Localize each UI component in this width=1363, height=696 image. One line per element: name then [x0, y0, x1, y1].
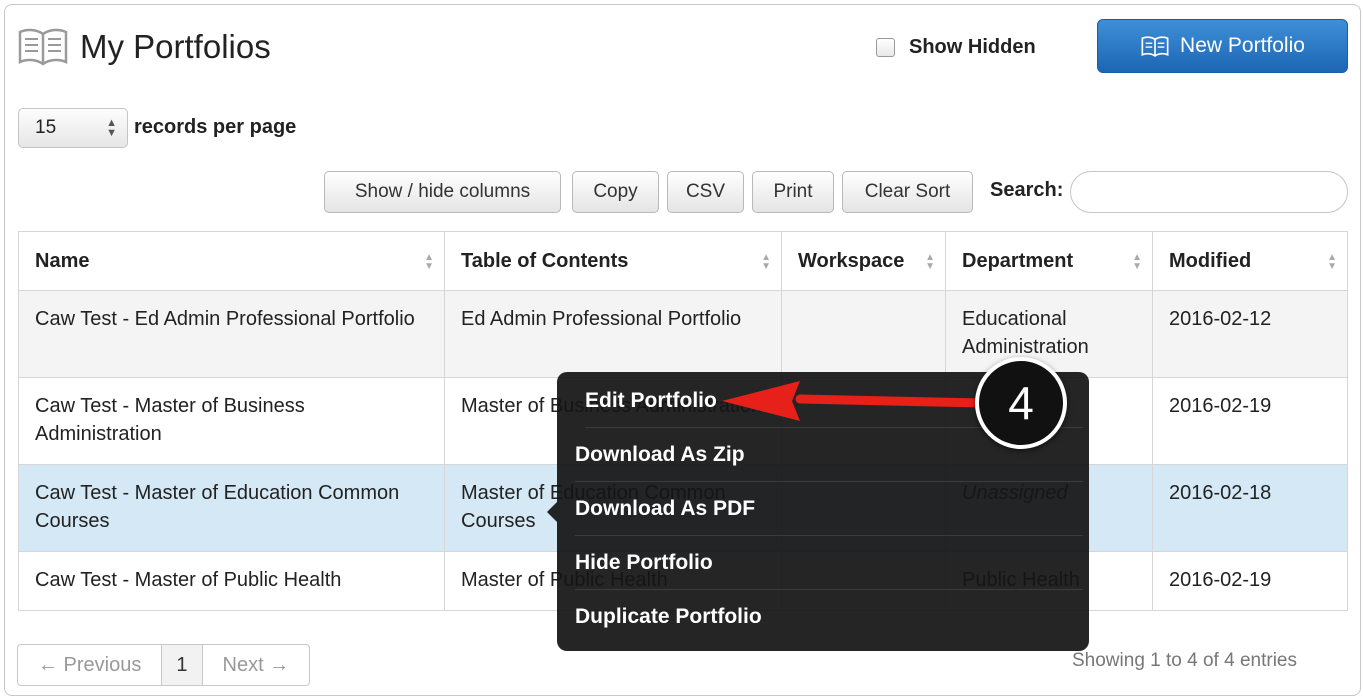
show-hidden-label: Show Hidden: [909, 36, 1036, 58]
cell-modified: 2016-02-18: [1152, 464, 1348, 552]
page-title: My Portfolios: [80, 28, 271, 65]
page-1-button[interactable]: 1: [162, 645, 203, 685]
column-header-name[interactable]: Name ▲ ▼: [18, 231, 445, 291]
table-header-row: Name ▲ ▼ Table of Contents ▲ ▼ Workspace ▲ ▼ D…: [18, 231, 1348, 291]
search-input[interactable]: [1070, 171, 1348, 213]
records-per-page-select[interactable]: 15 ▲ ▼: [18, 108, 128, 148]
cell-name: Caw Test - Master of Public Health: [18, 551, 445, 611]
clear-sort-button[interactable]: Clear Sort: [842, 171, 973, 213]
cell-workspace: [781, 290, 946, 378]
copy-button[interactable]: Copy: [572, 171, 659, 213]
select-arrows-icon: ▲ ▼: [106, 117, 117, 139]
cell-modified: 2016-02-12: [1152, 290, 1348, 378]
menu-item-download-pdf[interactable]: Download As PDF: [575, 482, 1083, 536]
menu-caret: [547, 502, 557, 522]
column-header-table-of-contents[interactable]: Table of Contents ▲ ▼: [444, 231, 782, 291]
annotation-arrow-icon: [722, 381, 987, 421]
new-portfolio-label: New Portfolio: [1180, 34, 1305, 57]
cell-toc: Ed Admin Professional Portfolio: [444, 290, 782, 378]
sort-icon: ▲ ▼: [925, 252, 935, 272]
sort-icon: ▲ ▼: [761, 252, 771, 272]
entries-info: Showing 1 to 4 of 4 entries: [1072, 650, 1297, 671]
menu-item-hide-portfolio[interactable]: Hide Portfolio: [575, 536, 1083, 590]
column-header-department[interactable]: Department ▲ ▼: [945, 231, 1153, 291]
step-number-badge: 4: [975, 357, 1067, 449]
show-hidden-toggle[interactable]: Show Hidden: [876, 36, 1036, 59]
sort-icon: ▲ ▼: [424, 252, 434, 272]
table-row[interactable]: Caw Test - Ed Admin Professional Portfol…: [18, 290, 1348, 378]
show-hidden-checkbox[interactable]: [876, 38, 895, 57]
search-label: Search:: [990, 179, 1064, 201]
column-header-modified[interactable]: Modified ▲ ▼: [1152, 231, 1348, 291]
records-per-page-label: records per page: [134, 116, 297, 138]
next-page-button[interactable]: Next →: [203, 645, 310, 685]
cell-modified: 2016-02-19: [1152, 377, 1348, 465]
open-book-icon: [1141, 36, 1169, 57]
new-portfolio-button[interactable]: New Portfolio: [1097, 19, 1348, 73]
cell-department: Educational Administration: [945, 290, 1153, 378]
previous-page-button[interactable]: ← Previous: [18, 645, 163, 685]
print-button[interactable]: Print: [752, 171, 834, 213]
cell-name: Caw Test - Master of Education Common Co…: [18, 464, 445, 552]
show-hide-columns-button[interactable]: Show / hide columns: [324, 171, 561, 213]
open-book-icon: [18, 28, 68, 66]
menu-item-duplicate-portfolio[interactable]: Duplicate Portfolio: [575, 590, 1083, 644]
sort-icon: ▲ ▼: [1132, 252, 1142, 272]
cell-name: Caw Test - Ed Admin Professional Portfol…: [18, 290, 445, 378]
records-per-page-value: 15: [35, 117, 57, 138]
cell-modified: 2016-02-19: [1152, 551, 1348, 611]
cell-name: Caw Test - Master of Business Administra…: [18, 377, 445, 465]
csv-button[interactable]: CSV: [667, 171, 744, 213]
column-header-workspace[interactable]: Workspace ▲ ▼: [781, 231, 946, 291]
sort-icon: ▲ ▼: [1327, 252, 1337, 272]
